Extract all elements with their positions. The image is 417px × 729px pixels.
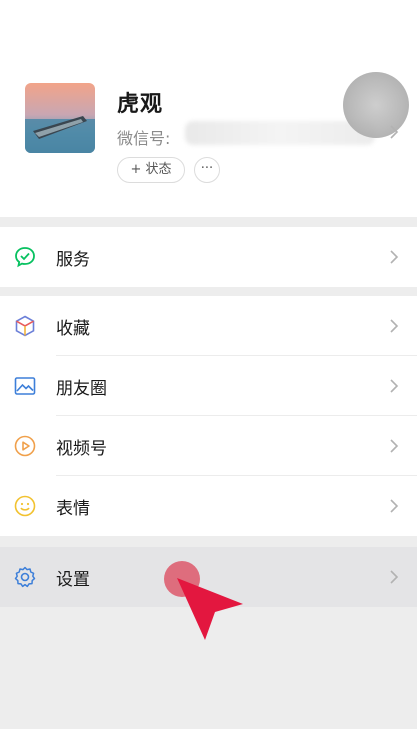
channels-icon xyxy=(14,435,36,457)
menu-item-label: 收藏 xyxy=(56,319,90,339)
chevron-right-icon xyxy=(390,319,399,333)
arrow-cursor-icon xyxy=(177,578,243,640)
service-icon xyxy=(15,247,35,268)
profile-header[interactable]: 虎观 微信号: + 状态 ··· xyxy=(0,0,417,217)
menu-item-label: 表情 xyxy=(56,499,90,519)
wechat-id-value-blurred xyxy=(185,121,375,145)
menu-item-favorites[interactable]: 收藏 xyxy=(0,296,417,356)
menu-item-moments[interactable]: 朋友圈 xyxy=(0,356,417,416)
touch-indicator xyxy=(343,72,409,138)
moments-icon xyxy=(14,377,36,395)
nickname: 虎观 xyxy=(117,92,164,117)
chevron-right-icon xyxy=(390,439,399,453)
settings-icon xyxy=(14,566,36,588)
chevron-right-icon xyxy=(390,379,399,393)
menu-item-channels[interactable]: 视频号 xyxy=(0,416,417,476)
avatar[interactable] xyxy=(25,83,95,153)
menu-item-stickers[interactable]: 表情 xyxy=(0,476,417,536)
main-group: 收藏 朋友圈 视频号 表情 xyxy=(0,296,417,536)
more-status-button[interactable]: ··· xyxy=(194,157,220,183)
menu-item-service[interactable]: 服务 xyxy=(0,227,417,287)
chevron-right-icon xyxy=(390,499,399,513)
favorites-icon xyxy=(15,315,35,337)
menu-item-label: 服务 xyxy=(56,250,90,270)
menu-item-label: 朋友圈 xyxy=(56,379,107,399)
add-status-button[interactable]: + 状态 xyxy=(117,157,185,183)
service-group: 服务 xyxy=(0,227,417,287)
menu-item-label: 设置 xyxy=(56,570,90,590)
stickers-icon xyxy=(14,495,36,517)
chevron-right-icon xyxy=(390,250,399,264)
menu-item-label: 视频号 xyxy=(56,439,107,459)
chevron-right-icon xyxy=(390,570,399,584)
chevron-right-icon xyxy=(390,125,399,139)
wechat-id-label: 微信号: xyxy=(117,129,171,148)
